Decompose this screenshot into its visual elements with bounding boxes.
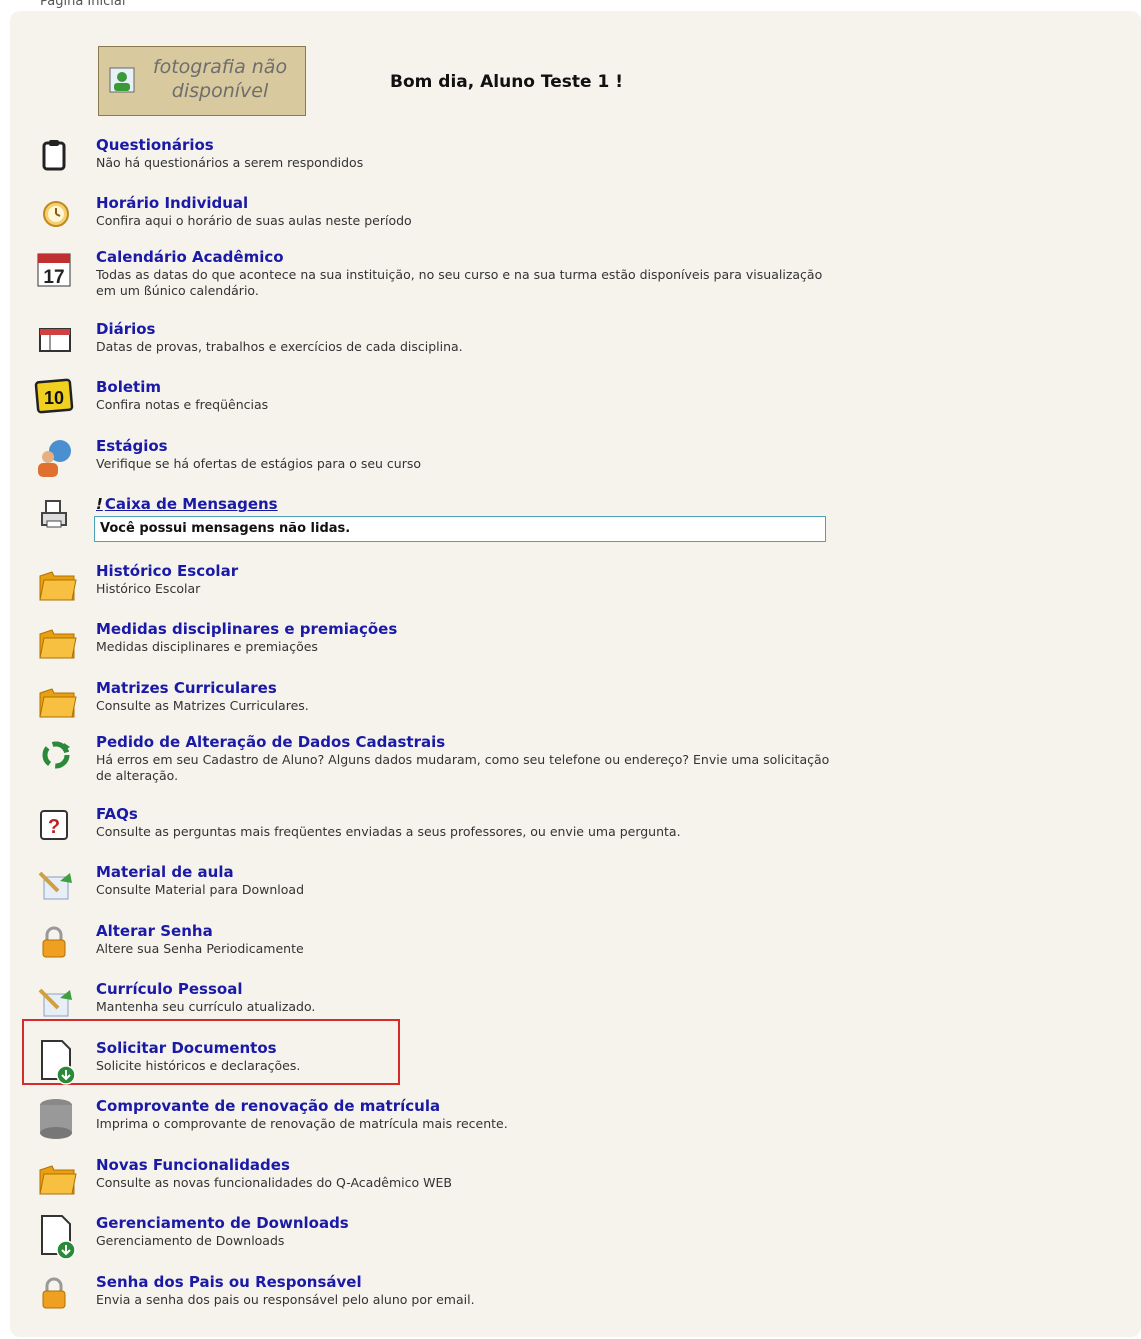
desc-solicitar-documentos: Solicite históricos e declarações. — [96, 1058, 301, 1073]
desc-material-aula: Consulte Material para Download — [96, 882, 305, 897]
link-horario-individual[interactable]: Horário Individual — [96, 194, 248, 212]
table-icon — [34, 320, 82, 364]
link-faqs[interactable]: FAQs — [96, 805, 138, 823]
link-pedido-alteracao[interactable]: Pedido de Alteração de Dados Cadastrais — [96, 733, 445, 751]
lock-icon — [34, 922, 82, 966]
desc-historico: Histórico Escolar — [96, 581, 201, 596]
grade-number: 10 — [44, 388, 64, 408]
desc-medidas: Medidas disciplinares e premiações — [96, 639, 318, 654]
link-caixa-mensagens[interactable]: ! Caixa de Mensagens — [96, 495, 278, 513]
alert-mark: ! — [96, 495, 103, 513]
link-calendario[interactable]: Calendário Acadêmico — [96, 248, 284, 266]
desc-senha-pais: Envia a senha dos pais ou responsável pe… — [96, 1292, 475, 1307]
photo-text-line1: fotografia não — [152, 56, 288, 78]
folder-icon — [34, 1156, 82, 1200]
calendar-icon: 17 — [34, 248, 82, 292]
link-gerenciamento-downloads[interactable]: Gerenciamento de Downloads — [96, 1214, 349, 1232]
greeting: Bom dia, Aluno Teste 1 ! — [390, 72, 623, 92]
folder-icon — [34, 679, 82, 723]
link-curriculo-pessoal[interactable]: Currículo Pessoal — [96, 980, 242, 998]
link-diarios[interactable]: Diários — [96, 320, 156, 338]
calendar-day-number: 17 — [43, 267, 64, 288]
clipboard-icon — [34, 136, 82, 180]
desc-diarios: Datas de provas, trabalhos e exercícios … — [96, 339, 463, 354]
desc-comprovante: Imprima o comprovante de renovação de ma… — [96, 1116, 508, 1131]
desc-horario: Confira aqui o horário de suas aulas nes… — [96, 213, 412, 228]
breadcrumb: Página Inicial — [40, 0, 126, 9]
desc-estagios: Verifique se há ofertas de estágios para… — [96, 456, 422, 471]
link-material-aula[interactable]: Material de aula — [96, 863, 234, 881]
person-photo-icon — [109, 67, 135, 93]
link-questionarios[interactable]: Questionários — [96, 136, 214, 154]
desc-curriculo: Mantenha seu currículo atualizado. — [96, 999, 316, 1014]
clock-icon — [34, 194, 82, 238]
link-boletim[interactable]: Boletim — [96, 378, 161, 396]
desc-questionarios: Não há questionários a serem respondidos — [96, 155, 364, 170]
link-alterar-senha[interactable]: Alterar Senha — [96, 922, 213, 940]
desc-boletim: Confira notas e freqüências — [96, 397, 269, 412]
download-doc-icon — [34, 1039, 82, 1085]
desc-calendario: Todas as datas do que acontece na sua in… — [96, 267, 823, 298]
link-solicitar-documentos[interactable]: Solicitar Documentos — [96, 1039, 277, 1057]
desc-alterar-senha: Altere sua Senha Periodicamente — [96, 941, 304, 956]
link-matrizes-curriculares[interactable]: Matrizes Curriculares — [96, 679, 277, 697]
database-icon — [34, 1097, 82, 1141]
person-globe-icon — [34, 437, 82, 481]
desc-faqs: Consulte as perguntas mais freqüentes en… — [96, 824, 681, 839]
printer-icon — [34, 495, 82, 539]
link-estagios[interactable]: Estágios — [96, 437, 168, 455]
folder-icon — [34, 562, 82, 606]
unread-messages-notice: Você possui mensagens não lidas. — [94, 516, 826, 542]
download-doc-icon — [34, 1214, 82, 1260]
lock-icon — [34, 1273, 82, 1317]
photo-placeholder: fotografia não disponível — [98, 46, 306, 116]
link-historico-escolar[interactable]: Histórico Escolar — [96, 562, 238, 580]
question-icon: ? — [34, 805, 82, 849]
folder-icon — [34, 620, 82, 664]
desc-pedido-alteracao: Há erros em seu Cadastro de Aluno? Algun… — [96, 752, 830, 783]
faq-question-mark: ? — [48, 816, 60, 838]
photo-text-line2: disponível — [171, 80, 269, 102]
pencil-doc-icon — [34, 980, 82, 1024]
link-senha-pais[interactable]: Senha dos Pais ou Responsável — [96, 1273, 362, 1291]
link-comprovante-renovacao[interactable]: Comprovante de renovação de matrícula — [96, 1097, 440, 1115]
link-medidas-disciplinares[interactable]: Medidas disciplinares e premiações — [96, 620, 397, 638]
desc-gerenciamento-downloads: Gerenciamento de Downloads — [96, 1233, 285, 1248]
recycle-icon — [34, 733, 82, 777]
link-novas-funcionalidades[interactable]: Novas Funcionalidades — [96, 1156, 290, 1174]
grade-icon: 10 — [34, 378, 82, 422]
desc-matrizes: Consulte as Matrizes Curriculares. — [96, 698, 309, 713]
pencil-doc-icon — [34, 863, 82, 907]
desc-novas-funcionalidades: Consulte as novas funcionalidades do Q-A… — [96, 1175, 452, 1190]
